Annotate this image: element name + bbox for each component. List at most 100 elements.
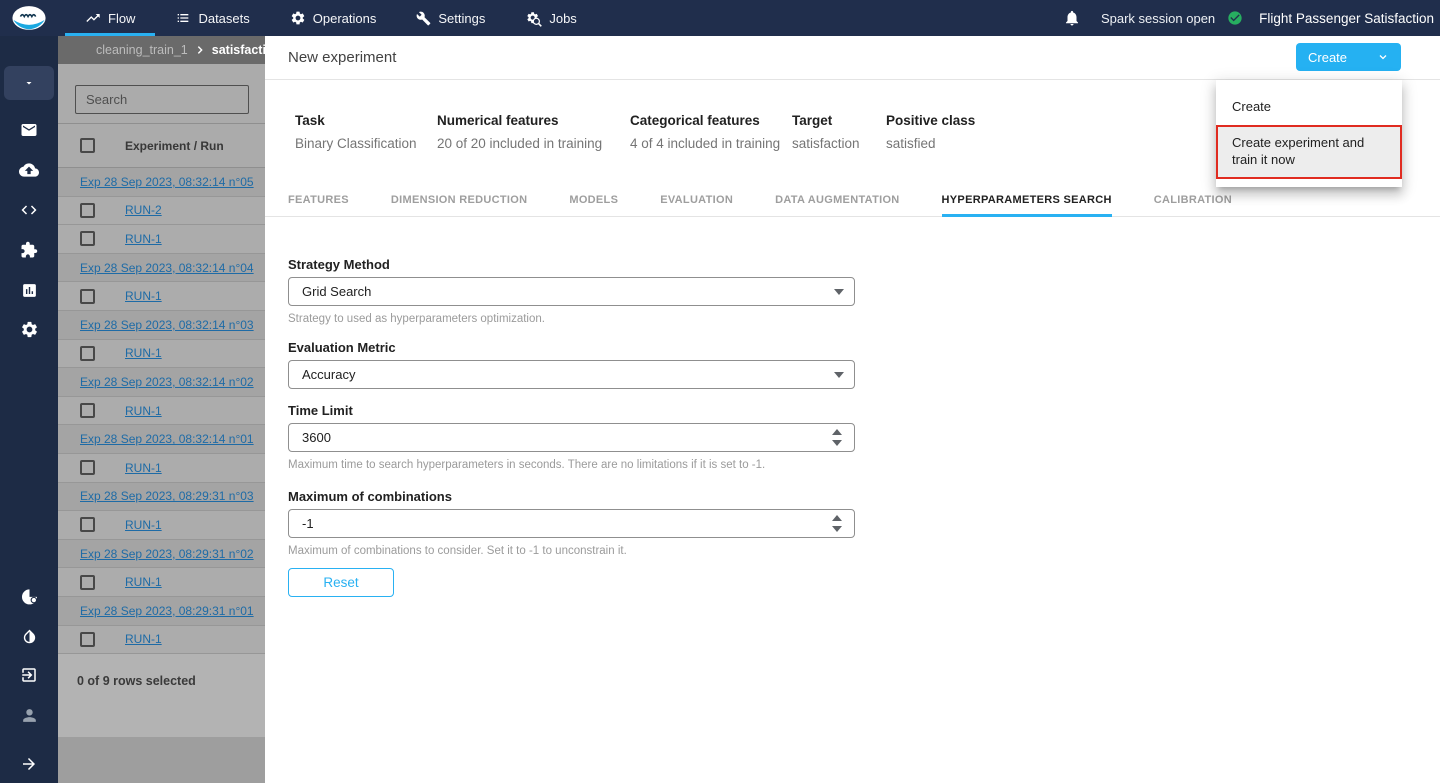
settings-gear-icon[interactable] xyxy=(17,317,41,341)
experiment-link[interactable]: Exp 28 Sep 2023, 08:32:14 n°04 xyxy=(80,261,254,275)
row-checkbox[interactable] xyxy=(80,202,95,218)
trending-up-icon xyxy=(85,10,101,26)
run-row[interactable]: RUN-1 xyxy=(58,453,265,483)
user-icon[interactable] xyxy=(17,703,41,727)
experiment-row[interactable]: Exp 28 Sep 2023, 08:29:31 n°02 xyxy=(58,539,265,569)
experiment-link[interactable]: Exp 28 Sep 2023, 08:32:14 n°03 xyxy=(80,318,254,332)
tab-hyperparameters-search[interactable]: HYPERPARAMETERS SEARCH xyxy=(941,186,1112,217)
evaluation-metric-select[interactable]: Accuracy xyxy=(288,360,855,389)
nav-item-label: Datasets xyxy=(198,10,250,26)
nav-item-label: Operations xyxy=(312,10,377,26)
experiment-row[interactable]: Exp 28 Sep 2023, 08:32:14 n°01 xyxy=(58,425,265,454)
tab-evaluation[interactable]: EVALUATION xyxy=(660,186,733,217)
run-link[interactable]: RUN-1 xyxy=(125,575,162,589)
spinner-up-icon[interactable] xyxy=(832,515,842,521)
strategy-method-label: Strategy Method xyxy=(288,257,390,272)
cloud-upload-icon[interactable] xyxy=(17,158,41,182)
experiment-row[interactable]: Exp 28 Sep 2023, 08:29:31 n°01 xyxy=(58,596,265,626)
experiment-link[interactable]: Exp 28 Sep 2023, 08:29:31 n°01 xyxy=(80,604,254,618)
tab-models[interactable]: MODELS xyxy=(569,186,618,217)
tab-data-augmentation[interactable]: DATA AUGMENTATION xyxy=(775,186,899,217)
run-link[interactable]: RUN-1 xyxy=(125,518,162,532)
row-checkbox[interactable] xyxy=(80,231,95,247)
run-row[interactable]: RUN-1 xyxy=(58,396,265,426)
donut-pie-icon[interactable] xyxy=(17,584,41,608)
bar-chart-icon[interactable] xyxy=(17,278,41,302)
run-link[interactable]: RUN-1 xyxy=(125,632,162,646)
experiment-row[interactable]: Exp 28 Sep 2023, 08:32:14 n°05 xyxy=(58,168,265,197)
run-row[interactable]: RUN-1 xyxy=(58,568,265,597)
experiment-row[interactable]: Exp 28 Sep 2023, 08:32:14 n°04 xyxy=(58,253,265,283)
max-combinations-input[interactable] xyxy=(289,510,809,537)
project-title: Flight Passenger Satisfaction xyxy=(1259,10,1434,26)
experiment-list-panel: cleaning_train_1 satisfaction Experiment… xyxy=(58,36,265,783)
menu-item-create[interactable]: Create xyxy=(1216,88,1402,125)
run-link[interactable]: RUN-1 xyxy=(125,232,162,246)
nav-item-operations[interactable]: Operations xyxy=(270,0,397,36)
saagie-logo[interactable] xyxy=(0,0,58,36)
row-checkbox[interactable] xyxy=(80,403,95,419)
evaluation-metric-value: Accuracy xyxy=(302,367,356,382)
experiment-link[interactable]: Exp 28 Sep 2023, 08:32:14 n°02 xyxy=(80,375,254,389)
spinner-down-icon[interactable] xyxy=(832,526,842,532)
experiment-link[interactable]: Exp 28 Sep 2023, 08:29:31 n°02 xyxy=(80,547,254,561)
row-checkbox[interactable] xyxy=(80,631,95,647)
run-row[interactable]: RUN-1 xyxy=(58,225,265,254)
tab-features[interactable]: FEATURES xyxy=(288,186,349,217)
time-limit-input[interactable] xyxy=(289,424,809,451)
invert-colors-icon[interactable] xyxy=(17,624,41,648)
summary-target: Target satisfaction xyxy=(792,113,860,151)
nav-item-datasets[interactable]: Datasets xyxy=(155,0,269,36)
run-row[interactable]: RUN-1 xyxy=(58,339,265,369)
run-link[interactable]: RUN-1 xyxy=(125,346,162,360)
exit-icon[interactable] xyxy=(17,663,41,687)
tab-dimension-reduction[interactable]: DIMENSION REDUCTION xyxy=(391,186,527,217)
experiment-row[interactable]: Exp 28 Sep 2023, 08:32:14 n°02 xyxy=(58,368,265,397)
reset-button[interactable]: Reset xyxy=(288,568,394,597)
run-row[interactable]: RUN-1 xyxy=(58,625,265,655)
run-link[interactable]: RUN-1 xyxy=(125,289,162,303)
code-icon[interactable] xyxy=(17,198,41,222)
row-checkbox[interactable] xyxy=(80,288,95,304)
spinner-up-icon[interactable] xyxy=(832,429,842,435)
experiment-link[interactable]: Exp 28 Sep 2023, 08:32:14 n°01 xyxy=(80,432,254,446)
app: Flow Datasets Operations Settings Jobs S… xyxy=(0,0,1440,783)
experiment-row[interactable]: Exp 28 Sep 2023, 08:32:14 n°03 xyxy=(58,310,265,340)
row-checkbox[interactable] xyxy=(80,574,95,590)
search-input[interactable] xyxy=(75,85,249,114)
max-combinations-field xyxy=(288,509,855,538)
row-checkbox[interactable] xyxy=(80,460,95,476)
summary-task: Task Binary Classification xyxy=(295,113,417,151)
config-tabs: FEATURES DIMENSION REDUCTION MODELS EVAL… xyxy=(265,186,1440,217)
run-link[interactable]: RUN-1 xyxy=(125,404,162,418)
notifications-bell-icon[interactable] xyxy=(1063,9,1081,27)
strategy-method-select[interactable]: Grid Search xyxy=(288,277,855,306)
menu-item-create-and-train[interactable]: Create experiment and train it now xyxy=(1216,125,1402,179)
select-all-checkbox[interactable] xyxy=(80,138,95,153)
run-row[interactable]: RUN-1 xyxy=(58,282,265,311)
create-button[interactable]: Create xyxy=(1296,43,1401,71)
project-switcher[interactable] xyxy=(4,66,54,100)
experiment-row[interactable]: Exp 28 Sep 2023, 08:29:31 n°03 xyxy=(58,482,265,512)
run-link[interactable]: RUN-2 xyxy=(125,203,162,217)
breadcrumb-parent[interactable]: cleaning_train_1 xyxy=(96,43,188,57)
puzzle-icon[interactable] xyxy=(17,238,41,262)
breadcrumb-current: satisfaction xyxy=(211,43,265,57)
run-row[interactable]: RUN-1 xyxy=(58,511,265,540)
row-checkbox[interactable] xyxy=(80,517,95,533)
row-checkbox[interactable] xyxy=(80,345,95,361)
mail-icon[interactable] xyxy=(17,118,41,142)
arrow-right-icon[interactable] xyxy=(17,752,41,776)
run-row[interactable]: RUN-2 xyxy=(58,196,265,226)
selection-status: 0 of 9 rows selected xyxy=(58,654,265,737)
left-sidebar xyxy=(0,36,58,783)
list-header-label: Experiment / Run xyxy=(125,138,224,153)
nav-item-jobs[interactable]: Jobs xyxy=(505,0,596,36)
nav-item-settings[interactable]: Settings xyxy=(396,0,505,36)
experiment-link[interactable]: Exp 28 Sep 2023, 08:32:14 n°05 xyxy=(80,175,254,189)
nav-item-flow[interactable]: Flow xyxy=(65,0,156,36)
run-link[interactable]: RUN-1 xyxy=(125,461,162,475)
experiment-link[interactable]: Exp 28 Sep 2023, 08:29:31 n°03 xyxy=(80,489,254,503)
spinner-down-icon[interactable] xyxy=(832,440,842,446)
tab-calibration[interactable]: CALIBRATION xyxy=(1154,186,1232,217)
